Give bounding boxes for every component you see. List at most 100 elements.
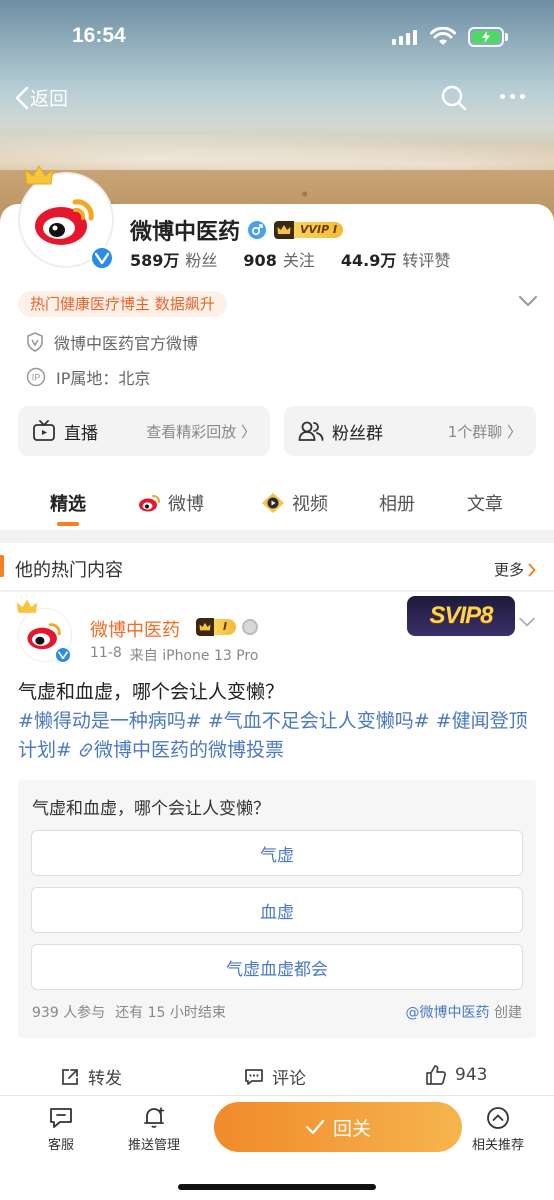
bottom-bar: 客服 推送管理 回关 相关推荐	[0, 1095, 554, 1200]
tab-weibo[interactable]: 微博	[138, 490, 204, 516]
bell-icon	[144, 1107, 165, 1128]
medal-icon[interactable]	[242, 619, 258, 635]
chevron-right-icon	[528, 563, 536, 576]
chevron-down-icon[interactable]	[518, 616, 536, 628]
profile-stats: 589万 粉丝 908 关注 44.9万 转评赞	[130, 247, 450, 271]
cellular-signal-icon	[392, 30, 420, 45]
male-gender-icon	[248, 221, 267, 239]
follow-back-button[interactable]: 回关	[214, 1102, 462, 1152]
post-actions: 转发 评论 943	[0, 1056, 554, 1096]
active-tab-indicator	[57, 522, 79, 526]
verification-row: 微博中医药官方微博	[26, 330, 198, 354]
verified-badge-icon	[54, 646, 72, 664]
related-recommend-button[interactable]: 相关推荐	[472, 1106, 524, 1153]
chevron-down-icon[interactable]	[518, 294, 538, 308]
live-card[interactable]: 直播 查看精彩回放 〉	[18, 406, 270, 456]
hot-content-header: 他的热门内容 更多	[0, 543, 554, 591]
poll-creator: @微博中医药 创建	[406, 1002, 522, 1022]
repost-button[interactable]: 转发	[60, 1064, 122, 1089]
post-date: 11-8	[90, 645, 122, 661]
chevron-up-circle-icon	[487, 1107, 509, 1129]
vip-badge[interactable]: I	[196, 618, 236, 636]
ip-location-icon: IP	[26, 367, 46, 387]
weibo-logo-icon	[35, 199, 94, 245]
group-icon	[298, 421, 324, 441]
hot-blogger-tag[interactable]: 热门健康医疗博主 数据飙升	[18, 291, 227, 317]
svg-text:IP: IP	[32, 373, 41, 383]
poll-participants: 939 人参与	[32, 1005, 106, 1021]
service-button[interactable]: 客服	[48, 1106, 74, 1153]
battery-icon	[468, 27, 504, 47]
fan-group-card[interactable]: 粉丝群 1个群聊 〉	[284, 406, 536, 456]
more-link[interactable]: 更多	[494, 559, 536, 580]
post-meta: 11-8 来自 iPhone 13 Pro	[90, 645, 258, 665]
status-bar: 16:54	[0, 0, 554, 70]
vvip-badge[interactable]: VVIP I	[274, 221, 344, 239]
profile-tabs: 精选 微博 视频 相册 文章	[0, 478, 554, 530]
live-title: 直播	[64, 423, 98, 444]
repost-icon	[62, 1068, 78, 1085]
profile-name: 微博中医药	[130, 220, 241, 245]
vip-level: I	[214, 619, 236, 635]
tab-article[interactable]: 文章	[467, 490, 503, 516]
verified-badge-icon	[90, 246, 114, 270]
following-stat[interactable]: 908 关注	[243, 247, 314, 271]
poll-footer: 939 人参与 还有 15 小时结束	[32, 1002, 226, 1022]
post-source: 来自 iPhone 13 Pro	[129, 648, 259, 664]
battery-tip	[505, 33, 508, 41]
poll-card: 气虚和血虚，哪个会让人变懒？ 气虚 血虚 气虚血虚都会 939 人参与 还有 1…	[18, 780, 536, 1038]
weibo-icon	[139, 495, 160, 512]
post-text: 气虚和血虚，哪个会让人变懒？ #懒得动是一种病吗# #气血不足会让人变懒吗# #…	[18, 678, 538, 765]
wifi-icon	[430, 27, 456, 45]
vip-crown-icon	[196, 618, 214, 636]
verification-text: 微博中医药官方微博	[54, 334, 199, 353]
back-label: 返回	[30, 88, 69, 110]
live-sub: 查看精彩回放 〉	[146, 422, 256, 441]
engagement-stat[interactable]: 44.9万 转评赞	[341, 247, 451, 271]
poll-creator-link[interactable]: @微博中医药	[406, 1005, 490, 1021]
chat-service-icon	[50, 1108, 72, 1128]
crown-icon	[24, 165, 54, 185]
push-manage-button[interactable]: 推送管理	[128, 1106, 180, 1153]
checkmark-icon	[305, 1119, 325, 1135]
poll-remaining: 还有 15 小时结束	[115, 1005, 226, 1021]
vote-link[interactable]: 微博中医药的微博投票	[78, 739, 284, 761]
vip-crown-icon	[274, 221, 295, 239]
tv-icon	[33, 420, 55, 441]
home-indicator	[178, 1184, 376, 1190]
ip-location-text: IP属地：北京	[56, 369, 151, 388]
post-badges: I	[196, 618, 258, 636]
poll-question: 气虚和血虚，哪个会让人变懒？	[32, 799, 270, 819]
video-icon	[262, 493, 284, 513]
section-accent-bar	[0, 555, 4, 577]
profile-name-row: 微博中医药 VVIP I	[130, 214, 344, 246]
comment-button[interactable]: 评论	[244, 1064, 306, 1089]
profile-avatar[interactable]	[18, 165, 118, 272]
tab-video[interactable]: 视频	[260, 490, 328, 516]
status-time: 16:54	[72, 24, 126, 47]
poll-option-xuexu[interactable]: 血虚	[31, 887, 523, 933]
link-icon	[79, 743, 93, 757]
svip-badge[interactable]: SVIP8	[407, 596, 515, 636]
comment-icon	[245, 1068, 263, 1085]
chevron-left-icon	[15, 86, 29, 109]
post-body: 气虚和血虚，哪个会让人变懒？	[18, 681, 285, 703]
tab-album[interactable]: 相册	[379, 490, 415, 516]
fan-group-sub: 1个群聊 〉	[447, 422, 522, 441]
fans-stat[interactable]: 589万 粉丝	[130, 247, 217, 271]
crown-icon	[16, 599, 38, 613]
like-button[interactable]: 943	[425, 1064, 487, 1086]
tab-featured[interactable]: 精选	[50, 490, 86, 516]
poll-creator-suffix: 创建	[494, 1005, 522, 1021]
shield-icon	[27, 332, 43, 352]
ip-location-row: IP IP属地：北京	[26, 365, 150, 389]
more-options-icon[interactable]	[500, 94, 525, 99]
fan-group-title: 粉丝群	[332, 423, 383, 444]
post-author[interactable]: 微博中医药	[90, 616, 180, 642]
back-button[interactable]: 返回	[14, 84, 68, 111]
poll-option-both[interactable]: 气虚血虚都会	[31, 944, 523, 990]
vvip-label: VVIP I	[294, 222, 344, 238]
search-icon[interactable]	[440, 84, 468, 112]
thumbs-up-icon	[426, 1065, 446, 1085]
poll-option-qixu[interactable]: 气虚	[31, 830, 523, 876]
